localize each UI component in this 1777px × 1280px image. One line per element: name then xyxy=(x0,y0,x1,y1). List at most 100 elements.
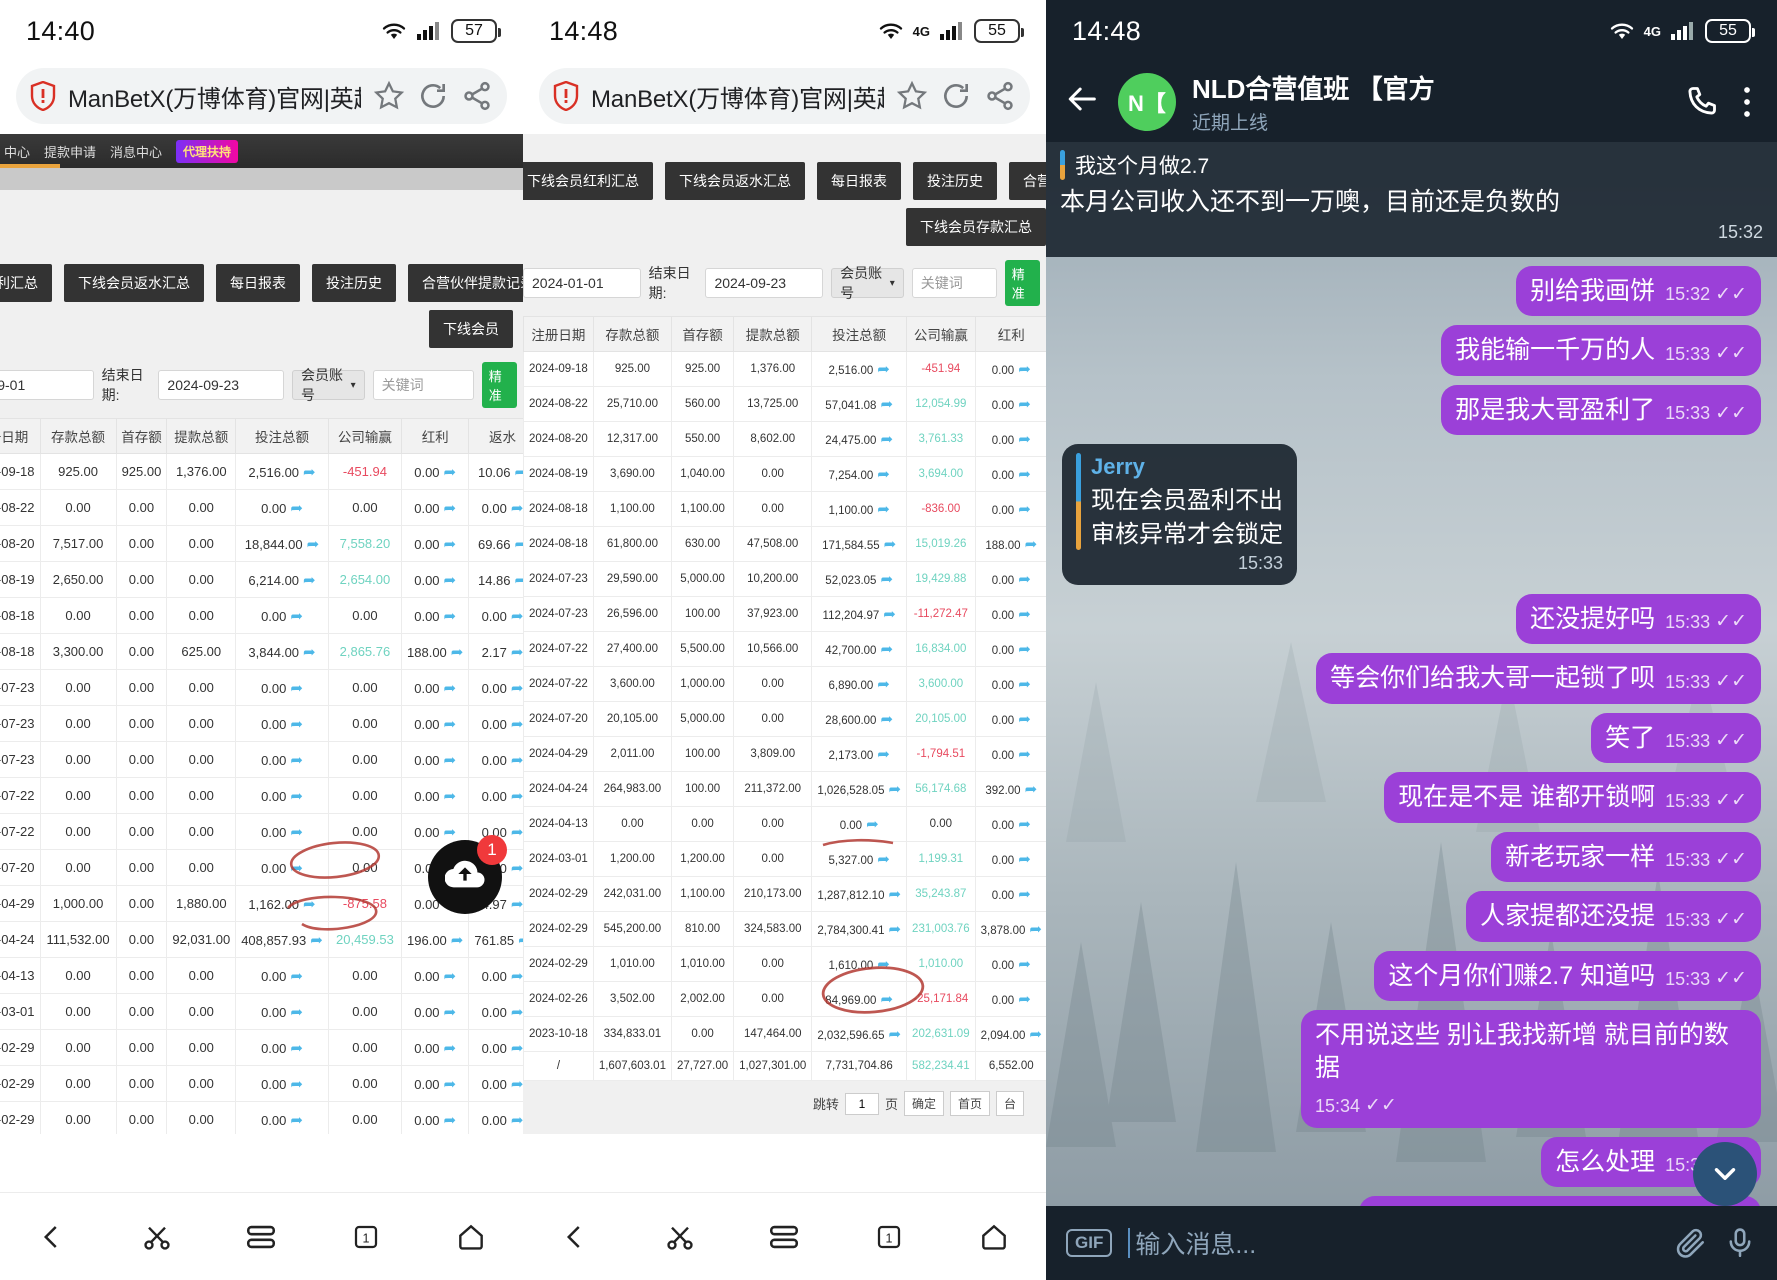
outgoing-message-bubble[interactable]: 等会你们给我大哥一起锁了呗 15:33 ✓✓ xyxy=(1316,653,1761,704)
keyword-input[interactable]: 关键词 xyxy=(372,370,474,400)
detail-arrow-icon[interactable]: ➦ xyxy=(511,644,523,661)
detail-arrow-icon[interactable]: ➦ xyxy=(511,500,523,517)
outgoing-message-bubble[interactable]: 我能输一千万的人 15:33 ✓✓ xyxy=(1441,325,1761,376)
detail-arrow-icon[interactable]: ➦ xyxy=(303,644,316,661)
outgoing-message-bubble[interactable]: 不用说这些 别让我找新增 就目前的数据 15:34 ✓✓ xyxy=(1301,1010,1761,1128)
tab-partner-withdraw[interactable]: 合营伙伴提款记录 xyxy=(408,264,523,302)
tab-partner-withdraw[interactable]: 合营伙伴提款记录 xyxy=(1009,162,1046,200)
tab-downline-deposit[interactable]: 下线会员存款汇总 xyxy=(906,208,1046,246)
detail-arrow-icon[interactable]: ➦ xyxy=(515,572,523,589)
tab-bet-history[interactable]: 投注历史 xyxy=(913,162,997,200)
detail-arrow-icon[interactable]: ➦ xyxy=(307,536,320,553)
detail-arrow-icon[interactable]: ➦ xyxy=(444,536,457,553)
detail-arrow-icon[interactable]: ➦ xyxy=(880,571,893,588)
site-top-nav[interactable]: 中心 提款申请 消息中心 代理扶持 xyxy=(0,134,523,168)
detail-arrow-icon[interactable]: ➦ xyxy=(877,676,890,693)
browser-url-bar[interactable]: ManBetX(万博体育)官网|英超 xyxy=(539,68,1030,124)
detail-arrow-icon[interactable]: ➦ xyxy=(511,1040,523,1057)
incoming-message-bubble[interactable]: Jerry 现在会员盈利不出 审核异常才会锁定 15:33 xyxy=(1062,444,1297,585)
table-scroll-mid[interactable]: 注册日期存款总额首存额提款总额投注总额公司输赢红利返水参与优惠 2024-09-… xyxy=(523,316,1046,1081)
detail-arrow-icon[interactable]: ➦ xyxy=(888,886,901,903)
search-field-select[interactable]: 会员账号 ▾ xyxy=(831,265,904,301)
tab-count-icon[interactable]: 1 xyxy=(343,1214,389,1260)
detail-arrow-icon[interactable]: ➦ xyxy=(888,921,901,938)
paperclip-icon[interactable] xyxy=(1673,1226,1707,1260)
bookmark-star-icon[interactable] xyxy=(896,80,928,112)
detail-arrow-icon[interactable]: ➦ xyxy=(290,968,303,985)
detail-arrow-icon[interactable]: ➦ xyxy=(290,500,303,517)
detail-arrow-icon[interactable]: ➦ xyxy=(451,644,464,661)
detail-arrow-icon[interactable]: ➦ xyxy=(444,824,457,841)
scissors-icon[interactable] xyxy=(134,1214,180,1260)
end-date-input[interactable]: 2024-09-23 xyxy=(158,370,284,400)
detail-arrow-icon[interactable]: ➦ xyxy=(511,608,523,625)
detail-arrow-icon[interactable]: ➦ xyxy=(880,431,893,448)
detail-arrow-icon[interactable]: ➦ xyxy=(1029,921,1042,938)
detail-arrow-icon[interactable]: ➦ xyxy=(1018,396,1031,413)
end-date-input[interactable]: 2024-09-23 xyxy=(705,268,824,298)
detail-arrow-icon[interactable]: ➦ xyxy=(444,500,457,517)
reload-icon[interactable] xyxy=(940,80,972,112)
detail-arrow-icon[interactable]: ➦ xyxy=(511,788,523,805)
detail-arrow-icon[interactable]: ➦ xyxy=(290,752,303,769)
detail-arrow-icon[interactable]: ➦ xyxy=(877,466,890,483)
detail-arrow-icon[interactable]: ➦ xyxy=(290,1076,303,1093)
detail-arrow-icon[interactable]: ➦ xyxy=(1018,361,1031,378)
detail-arrow-icon[interactable]: ➦ xyxy=(877,501,890,518)
detail-arrow-icon[interactable]: ➦ xyxy=(444,788,457,805)
detail-arrow-icon[interactable]: ➦ xyxy=(511,752,523,769)
detail-arrow-icon[interactable]: ➦ xyxy=(444,572,457,589)
detail-arrow-icon[interactable]: ➦ xyxy=(1018,501,1031,518)
detail-arrow-icon[interactable]: ➦ xyxy=(1018,851,1031,868)
share-icon[interactable] xyxy=(984,80,1016,112)
detail-arrow-icon[interactable]: ➦ xyxy=(511,680,523,697)
detail-arrow-icon[interactable]: ➦ xyxy=(1018,991,1031,1008)
scissors-icon[interactable] xyxy=(657,1214,703,1260)
page-number-input[interactable] xyxy=(844,1092,879,1115)
outgoing-message-bubble[interactable]: 这个月你们赚2.7 知道吗 15:33 ✓✓ xyxy=(1374,950,1761,1002)
detail-arrow-icon[interactable]: ➦ xyxy=(877,851,890,868)
site-nav-item-1[interactable]: 提款申请 xyxy=(44,142,96,161)
tab-hongli-huizong[interactable]: 会员红利汇总 xyxy=(0,264,52,302)
detail-arrow-icon[interactable]: ➦ xyxy=(1018,886,1031,903)
outgoing-message-bubble[interactable]: 那是我大哥盈利了 15:33 ✓✓ xyxy=(1441,384,1761,436)
tab-bet-history[interactable]: 投注历史 xyxy=(312,264,396,302)
detail-arrow-icon[interactable]: ➦ xyxy=(883,606,896,623)
detail-arrow-icon[interactable]: ➦ xyxy=(1018,571,1031,588)
detail-arrow-icon[interactable]: ➦ xyxy=(877,746,890,763)
site-nav-item-2[interactable]: 消息中心 xyxy=(110,142,162,161)
detail-arrow-icon[interactable]: ➦ xyxy=(1029,1026,1042,1043)
detail-arrow-icon[interactable]: ➦ xyxy=(515,464,523,481)
recents-icon[interactable] xyxy=(238,1214,284,1260)
back-arrow-icon[interactable] xyxy=(1064,82,1102,122)
reload-icon[interactable] xyxy=(417,80,449,112)
detail-arrow-icon[interactable]: ➦ xyxy=(290,680,303,697)
recents-icon[interactable] xyxy=(761,1214,807,1260)
tab-downline-member[interactable]: 下线会员 xyxy=(429,310,513,348)
detail-arrow-icon[interactable]: ➦ xyxy=(877,361,890,378)
start-date-input[interactable]: 4-09-01 xyxy=(0,370,94,400)
detail-arrow-icon[interactable]: ➦ xyxy=(290,788,303,805)
detail-arrow-icon[interactable]: ➦ xyxy=(1018,676,1031,693)
home-icon[interactable] xyxy=(448,1214,494,1260)
detail-arrow-icon[interactable]: ➦ xyxy=(290,716,303,733)
more-vertical-icon[interactable] xyxy=(1735,84,1759,120)
detail-arrow-icon[interactable]: ➦ xyxy=(511,1004,523,1021)
detail-arrow-icon[interactable]: ➦ xyxy=(515,536,523,553)
first-page-button[interactable]: 首页 xyxy=(949,1091,990,1116)
detail-arrow-icon[interactable]: ➦ xyxy=(1018,466,1031,483)
detail-arrow-icon[interactable]: ➦ xyxy=(1025,781,1038,798)
detail-arrow-icon[interactable]: ➦ xyxy=(303,572,316,589)
detail-arrow-icon[interactable]: ➦ xyxy=(1018,606,1031,623)
floating-download-button[interactable]: 1 xyxy=(428,835,507,914)
scroll-down-icon[interactable] xyxy=(1693,1142,1757,1206)
detail-arrow-icon[interactable]: ➦ xyxy=(290,1040,303,1057)
start-date-input[interactable]: 2024-01-01 xyxy=(523,268,641,298)
tab-daily-report[interactable]: 每日报表 xyxy=(216,264,300,302)
outgoing-message-bubble[interactable]: 笑了 15:33 ✓✓ xyxy=(1591,712,1761,764)
detail-arrow-icon[interactable]: ➦ xyxy=(1018,431,1031,448)
detail-arrow-icon[interactable]: ➦ xyxy=(290,824,303,841)
back-icon[interactable] xyxy=(29,1214,75,1260)
detail-arrow-icon[interactable]: ➦ xyxy=(1018,816,1031,833)
detail-arrow-icon[interactable]: ➦ xyxy=(444,752,457,769)
